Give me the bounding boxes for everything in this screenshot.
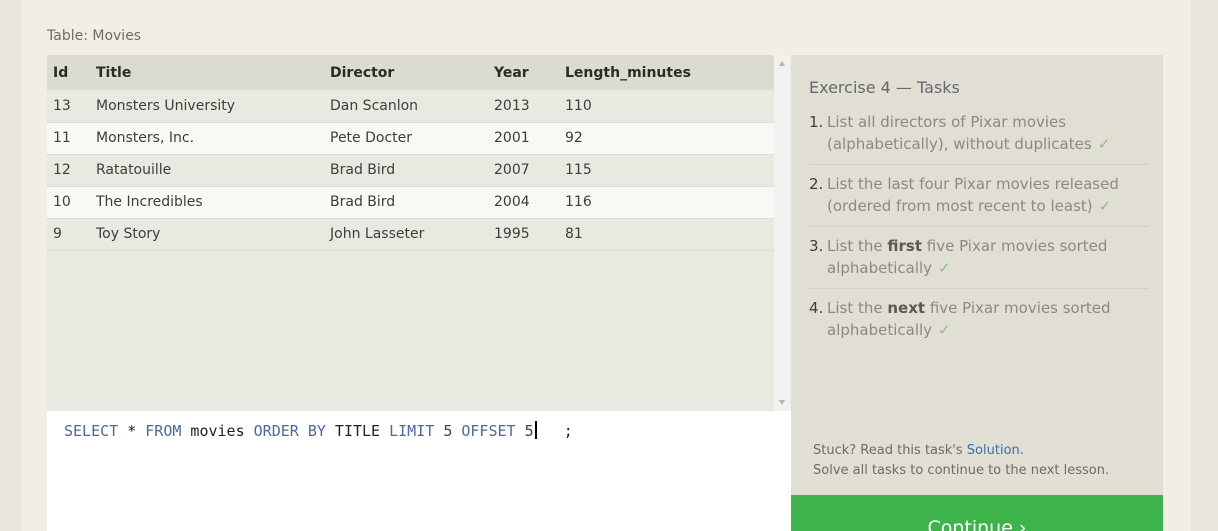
scroll-up-arrow-icon[interactable] [779, 61, 785, 66]
cell-length: 92 [565, 130, 583, 146]
cell-year: 2004 [494, 194, 530, 210]
sql-keyword: ORDER BY [253, 422, 326, 440]
hint-line-2: Solve all tasks to continue to the next … [813, 463, 1110, 478]
scroll-down-arrow-icon[interactable] [779, 400, 785, 405]
task-text: List the last four Pixar movies released… [827, 175, 1119, 215]
task-item: 3. List the first five Pixar movies sorte… [809, 235, 1149, 289]
task-text: List the [827, 237, 888, 255]
cell-id: 9 [53, 226, 62, 242]
solution-link[interactable]: Solution [967, 443, 1020, 458]
results-table: Id Title Director Year Length_minutes 13… [47, 55, 774, 251]
cell-title: Monsters, Inc. [96, 130, 195, 146]
cell-title: The Incredibles [96, 194, 203, 210]
task-list: 1. List all directors of Pixar movies (al… [809, 111, 1149, 358]
task-item: 2. List the last four Pixar movies releas… [809, 173, 1149, 227]
tasks-panel: Exercise 4 — Tasks 1. List all directors … [791, 55, 1163, 495]
sql-terminator: ; [536, 422, 573, 440]
cell-id: 11 [53, 130, 71, 146]
task-text: List the [827, 299, 888, 317]
checkmark-icon: ✓ [938, 259, 951, 277]
cell-director: John Lasseter [330, 226, 425, 242]
column-header-id: Id [53, 64, 69, 81]
column-header-year: Year [494, 64, 529, 81]
task-text-emphasis: first [887, 237, 922, 255]
sql-keyword: SELECT [64, 422, 119, 440]
cell-year: 1995 [494, 226, 530, 242]
task-number: 2. [809, 175, 824, 193]
cell-title: Toy Story [96, 226, 161, 242]
column-header-length: Length_minutes [565, 64, 691, 81]
sql-keyword: FROM [145, 422, 182, 440]
sql-token: * [118, 422, 146, 440]
tasks-title: Exercise 4 — Tasks [809, 78, 960, 97]
cell-length: 81 [565, 226, 583, 242]
table-row: 9 Toy Story John Lasseter 1995 81 [47, 218, 774, 250]
cell-director: Brad Bird [330, 194, 396, 210]
sql-keyword: OFFSET [461, 422, 516, 440]
continue-button[interactable]: Continue › [791, 495, 1163, 531]
cell-length: 116 [565, 194, 592, 210]
sql-keyword: LIMIT [389, 422, 435, 440]
task-item: 1. List all directors of Pixar movies (al… [809, 111, 1149, 165]
table-body: 13 Monsters University Dan Scanlon 2013 110 1… [47, 90, 774, 250]
column-header-director: Director [330, 64, 395, 81]
cell-year: 2007 [494, 162, 530, 178]
cell-length: 115 [565, 162, 592, 178]
cell-title: Ratatouille [96, 162, 172, 178]
task-text: List all directors of Pixar movies (alph… [827, 113, 1092, 153]
cell-length: 110 [565, 97, 592, 114]
column-header-title: Title [96, 64, 132, 81]
checkmark-icon: ✓ [938, 321, 951, 339]
task-text-emphasis: next [887, 299, 926, 317]
hint-suffix: . [1019, 443, 1024, 458]
table-row: 12 Ratatouille Brad Bird 2007 115 [47, 154, 774, 186]
table-row: 11 Monsters, Inc. Pete Docter 2001 92 [47, 122, 774, 154]
table-row: 13 Monsters University Dan Scanlon 2013 110 [47, 90, 774, 122]
table-header-row: Id Title Director Year Length_minutes [47, 55, 774, 90]
table-caption: Table: Movies [47, 28, 142, 44]
task-number: 1. [809, 113, 824, 131]
sql-number: 5 [443, 422, 453, 440]
sql-number: 5 [524, 422, 534, 440]
sql-token: TITLE [325, 422, 390, 440]
cell-year: 2013 [494, 97, 530, 114]
hint-text: Stuck? Read this task's Solution. Solve … [813, 441, 1109, 481]
task-number: 3. [809, 237, 824, 255]
cell-director: Brad Bird [330, 162, 396, 178]
cell-year: 2001 [494, 130, 530, 146]
task-item: 4. List the next five Pixar movies sorted… [809, 297, 1149, 350]
cell-title: Monsters University [96, 97, 236, 114]
cell-id: 13 [53, 97, 71, 114]
cell-id: 12 [53, 162, 71, 178]
cell-id: 10 [53, 194, 71, 210]
results-table-area: Id Title Director Year Length_minutes 13… [47, 55, 774, 411]
hint-prefix: Stuck? Read this task's [813, 443, 967, 458]
cell-director: Pete Docter [330, 130, 413, 146]
sql-editor[interactable]: SELECT * FROM movies ORDER BY TITLE LIMI… [47, 411, 791, 531]
sql-query-text[interactable]: SELECT * FROM movies ORDER BY TITLE LIMI… [64, 421, 573, 440]
checkmark-icon: ✓ [1098, 197, 1112, 215]
checkmark-icon: ✓ [1097, 135, 1111, 153]
table-row: 10 The Incredibles Brad Bird 2004 116 [47, 186, 774, 218]
task-number: 4. [809, 299, 824, 317]
sql-token: movies [181, 422, 254, 440]
table-scrollbar[interactable] [774, 55, 791, 411]
cell-director: Dan Scanlon [330, 97, 419, 114]
